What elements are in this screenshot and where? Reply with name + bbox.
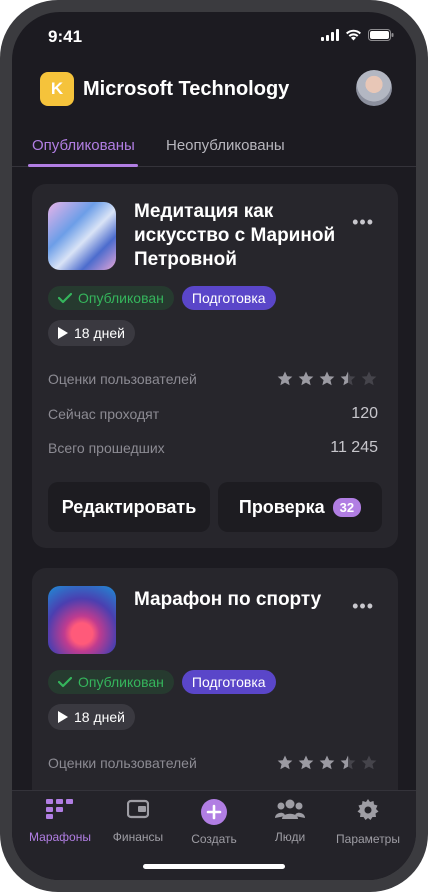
status-badges: Опубликован Подготовка (48, 670, 276, 694)
tab-bar: Опубликованы Неопубликованы (12, 134, 416, 167)
nav-marathons[interactable]: Марафоны (20, 799, 100, 844)
home-indicator (143, 864, 285, 869)
company-logo: K (40, 72, 74, 106)
plus-circle-icon (201, 799, 227, 825)
active-participants-row: Сейчас проходят 120 (48, 405, 378, 423)
marathon-title: Медитация как искусство с Мариной Петров… (134, 201, 336, 270)
review-count-badge: 32 (332, 497, 362, 517)
published-badge: Опубликован (48, 286, 174, 310)
marathon-title: Марафон по спорту (134, 589, 322, 610)
card-actions: Редактировать Проверка 32 (48, 482, 382, 532)
star-icon (319, 371, 335, 386)
marathon-card[interactable]: Медитация как искусство с Мариной Петров… (32, 184, 398, 548)
review-button[interactable]: Проверка 32 (218, 482, 382, 532)
gear-icon (357, 799, 379, 820)
checkmark-icon (58, 676, 72, 688)
play-icon (58, 327, 68, 339)
people-icon (275, 799, 305, 819)
wifi-icon (346, 29, 361, 41)
marathon-thumbnail (48, 202, 116, 270)
duration-chip: 18 дней (48, 704, 135, 730)
active-participants-label: Сейчас проходят (48, 406, 160, 422)
grid-icon (46, 799, 73, 819)
avatar[interactable] (356, 70, 392, 106)
rating-label: Оценки пользователей (48, 371, 197, 387)
marathon-thumbnail (48, 586, 116, 654)
wallet-icon (126, 799, 150, 819)
marathon-card[interactable]: Марафон по спорту ••• Опубликован Подгот… (32, 568, 398, 790)
nav-people[interactable]: Люди (250, 799, 330, 844)
phone-frame: 9:41 K Microsoft Technology Опубликованы… (0, 0, 428, 892)
more-options-icon[interactable]: ••• (352, 596, 374, 617)
status-badges: Опубликован Подготовка (48, 286, 276, 310)
star-icon (298, 755, 314, 770)
tab-published[interactable]: Опубликованы (32, 137, 135, 154)
star-icon (319, 755, 335, 770)
rating-row: Оценки пользователей (48, 370, 378, 388)
play-icon (58, 711, 68, 723)
rating-label: Оценки пользователей (48, 755, 197, 771)
screen: 9:41 K Microsoft Technology Опубликованы… (12, 12, 416, 880)
nav-create[interactable]: Создать (174, 799, 254, 846)
preparing-badge: Подготовка (181, 286, 276, 310)
nav-finances[interactable]: Финансы (98, 799, 178, 844)
status-bar: 9:41 (12, 12, 416, 60)
edit-button[interactable]: Редактировать (48, 482, 210, 532)
star-icon (277, 755, 293, 770)
battery-icon (368, 29, 394, 41)
app-header: K Microsoft Technology (12, 70, 416, 128)
star-icon (277, 371, 293, 386)
star-empty-icon (361, 371, 377, 386)
checkmark-icon (58, 292, 72, 304)
total-completed-label: Всего прошедших (48, 440, 165, 456)
star-half-icon (340, 755, 356, 770)
published-badge: Опубликован (48, 670, 174, 694)
preparing-badge: Подготовка (181, 670, 276, 694)
duration-chip: 18 дней (48, 320, 135, 346)
star-half-icon (340, 371, 356, 386)
rating-stars (276, 754, 378, 772)
rating-row: Оценки пользователей (48, 754, 378, 772)
nav-settings[interactable]: Параметры (328, 799, 408, 846)
marathon-list[interactable]: Медитация как искусство с Мариной Петров… (12, 166, 416, 790)
star-empty-icon (361, 755, 377, 770)
star-icon (298, 371, 314, 386)
active-participants-value: 120 (351, 405, 378, 422)
tab-unpublished[interactable]: Неопубликованы (166, 137, 285, 154)
more-options-icon[interactable]: ••• (352, 212, 374, 233)
status-time: 9:41 (48, 27, 83, 46)
signal-icon (321, 29, 339, 41)
rating-stars (276, 370, 378, 388)
status-icons (321, 29, 394, 41)
total-completed-value: 11 245 (330, 439, 378, 456)
total-completed-row: Всего прошедших 11 245 (48, 439, 378, 457)
company-title: Microsoft Technology (83, 78, 290, 100)
